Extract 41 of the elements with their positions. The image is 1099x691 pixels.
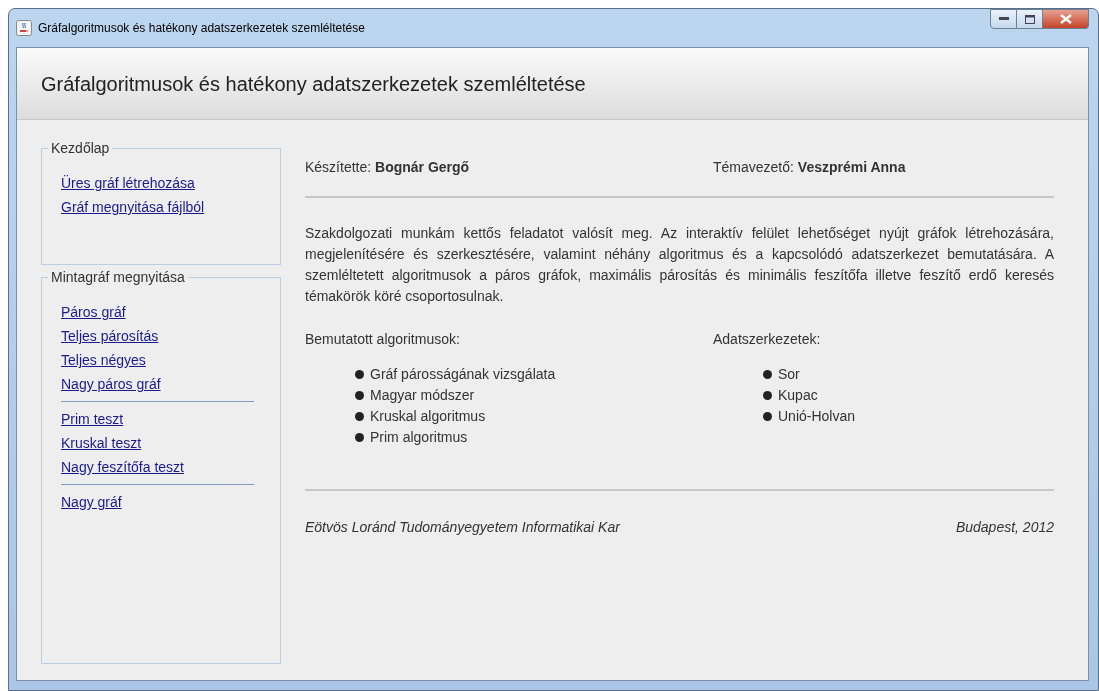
minimize-icon	[998, 17, 1009, 21]
bullet-icon	[355, 370, 364, 379]
list-item: Kruskal algoritmus	[370, 407, 486, 426]
description-paragraph: Szakdolgozati munkám kettős feladatot valósít meg. Az interaktív felület lehetőséget nyújt gráfok létrehozására, megjelenítésére és szerkesztésére, valamint néhány algoritmus és a kapcsolódó adatszerkezet bemutatására. A szemléltetett algoritmusok a páros gráfok, maximális párosítás és minimális feszítőfa illetve feszítő erdő keresés témakörök köré csoportosulnak.	[305, 224, 1054, 306]
sidebar-link[interactable]: Nagy feszítőfa teszt	[61, 458, 280, 476]
list-item: Sor	[778, 365, 800, 384]
list-item: Unió-Holvan	[778, 407, 856, 426]
maximize-icon	[1024, 14, 1035, 24]
minimize-button[interactable]	[990, 9, 1017, 29]
list-heading: Adatszerkezetek:	[713, 330, 821, 349]
sidebar-link[interactable]: Teljes párosítás	[61, 327, 280, 345]
sidebar-link[interactable]: Üres gráf létrehozása	[61, 174, 280, 192]
sidebar-link[interactable]: Páros gráf	[61, 303, 280, 321]
sidebar-link[interactable]: Teljes négyes	[61, 351, 280, 369]
bullet-icon	[763, 370, 772, 379]
close-button[interactable]	[1043, 9, 1089, 29]
bullet-icon	[355, 433, 364, 442]
list-item: Magyar módszer	[370, 386, 475, 405]
group-title: Mintagráf megnyitása	[48, 268, 188, 286]
list-item: Kupac	[778, 386, 818, 405]
list-item: Prim algoritmus	[370, 428, 468, 447]
sidebar-link[interactable]: Prim teszt	[61, 410, 280, 428]
university-text: Eötvös Loránd Tudományegyetem Informatikai Kar	[305, 518, 620, 537]
author-text: Készítette: Bognár Gergő	[305, 157, 471, 177]
close-icon	[1059, 14, 1072, 24]
place-date-text: Budapest, 2012	[955, 518, 1054, 537]
header-title: Gráfalgoritmusok és hatékony adatszerkezetek szemléltetése	[41, 71, 586, 97]
maximize-button[interactable]	[1017, 9, 1043, 29]
supervisor-text: Témavezető: Veszprémi Anna	[713, 157, 906, 177]
bullet-icon	[355, 412, 364, 421]
sidebar-link[interactable]: Nagy páros gráf	[61, 375, 280, 393]
window-title: Gráfalgoritmusok és hatékony adatszerkezetek szemléltetése	[38, 20, 365, 37]
sidebar-link[interactable]: Nagy gráf	[61, 493, 280, 511]
list-item: Gráf párosságának vizsgálata	[370, 365, 556, 384]
sidebar-link[interactable]: Gráf megnyitása fájlból	[61, 198, 280, 216]
list-heading: Bemutatott algoritmusok:	[305, 330, 460, 349]
bullet-icon	[355, 391, 364, 400]
group-title: Kezdőlap	[48, 139, 113, 157]
bullet-icon	[763, 412, 772, 421]
bullet-icon	[763, 391, 772, 400]
sidebar-link[interactable]: Kruskal teszt	[61, 434, 280, 452]
